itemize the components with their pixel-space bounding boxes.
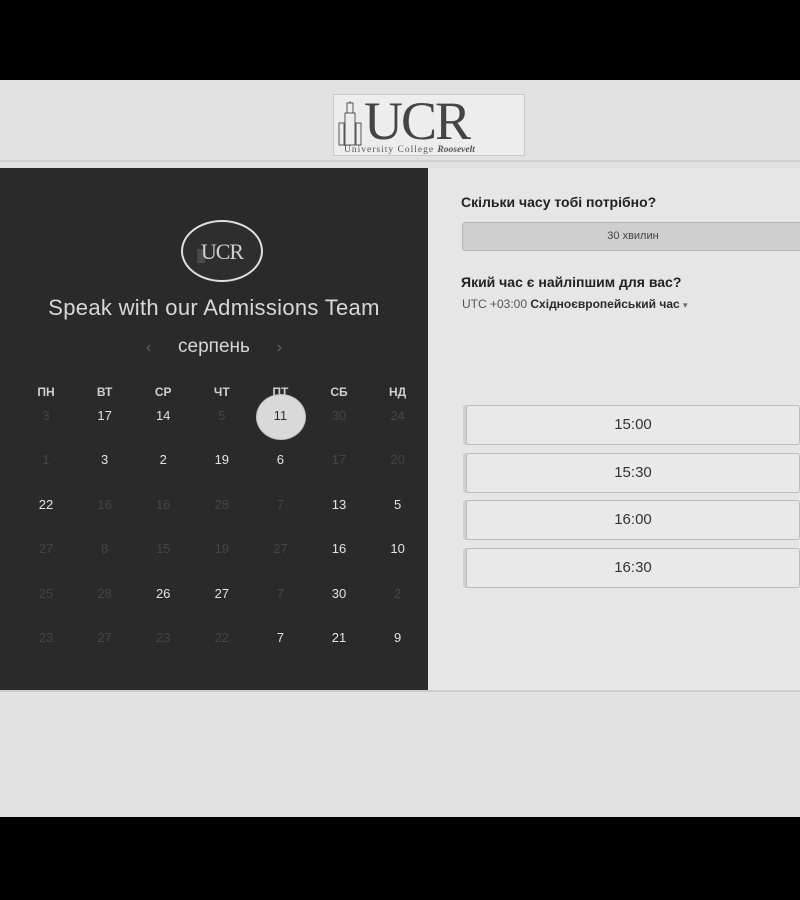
- ucr-badge-logo: UCR: [181, 220, 263, 282]
- calendar-day[interactable]: 7: [251, 628, 309, 648]
- calendar-day: 28: [214, 496, 230, 512]
- calendar-day[interactable]: 3: [76, 450, 134, 470]
- calendar-day[interactable]: 22: [17, 495, 75, 515]
- month-navigator: ‹ серпень ›: [0, 336, 428, 358]
- calendar-day[interactable]: 16: [310, 539, 368, 559]
- calendar-day[interactable]: 2: [134, 450, 192, 470]
- duration-question: Скільки часу тобі потрібно?: [461, 194, 657, 210]
- calendar-day: 5: [218, 408, 226, 423]
- calendar-panel: UCR Speak with our Admissions Team ‹ сер…: [0, 168, 428, 690]
- calendar-day: 27: [97, 630, 112, 645]
- calendar-day: 20: [390, 452, 405, 468]
- month-label: серпень: [178, 336, 250, 357]
- header-divider: [0, 160, 800, 162]
- calendar-day: 27: [38, 541, 54, 557]
- calendar-day[interactable]: 5: [369, 495, 427, 515]
- time-slot-button[interactable]: 15:30: [466, 452, 800, 493]
- chevron-down-icon: ▾: [683, 300, 688, 310]
- logo-subtitle: University College Roosevelt: [344, 145, 475, 155]
- calendar-day: 16: [155, 496, 171, 512]
- next-month-icon[interactable]: ›: [264, 339, 294, 357]
- calendar-day[interactable]: 13: [310, 495, 368, 515]
- time-question: Який час є найліпшим для вас?: [461, 274, 682, 290]
- calendar-title: Speak with our Admissions Team: [48, 295, 380, 320]
- timezone-name: Східноєвропейський час: [530, 297, 680, 311]
- logo-wordmark: UCR: [364, 91, 471, 151]
- weekday-label: СБ: [330, 385, 348, 399]
- calendar-day: 7: [276, 496, 284, 512]
- calendar-grid: 3 17 14 5 11 30 24 1 3 2 19 6 17 20 22 16 16 28 7 13 5 27 8 15 1…: [17, 394, 427, 696]
- ucr-logo: UCR University College Roosevelt: [333, 91, 525, 156]
- calendar-day-selected[interactable]: 11: [251, 394, 309, 440]
- tower-logo-icon: [338, 101, 362, 146]
- calendar-day: 28: [97, 585, 112, 601]
- calendar-day: 3: [42, 408, 50, 423]
- calendar-day: 22: [214, 630, 230, 645]
- calendar-day[interactable]: 27: [193, 584, 251, 604]
- calendar-day[interactable]: 17: [76, 406, 134, 426]
- calendar-day: 1: [42, 452, 50, 468]
- calendar-day[interactable]: 6: [251, 450, 309, 470]
- calendar-day: 25: [38, 585, 54, 601]
- weekday-label: СР: [154, 385, 172, 399]
- duration-select[interactable]: 30 хвилин: [462, 222, 800, 251]
- calendar-day[interactable]: 19: [193, 450, 251, 470]
- weekday-label: ЧТ: [213, 385, 230, 399]
- time-slot-button[interactable]: 16:00: [466, 500, 800, 540]
- calendar-day[interactable]: 30: [310, 584, 368, 604]
- calendar-day[interactable]: 9: [369, 628, 427, 648]
- time-slot-button[interactable]: 16:30: [466, 547, 800, 588]
- calendar-day: 23: [38, 630, 54, 645]
- calendar-day: 30: [331, 408, 347, 423]
- footer-divider: [0, 690, 800, 692]
- calendar-day[interactable]: 10: [369, 539, 427, 559]
- time-slot-button[interactable]: 15:00: [466, 405, 800, 445]
- calendar-day: 23: [155, 630, 171, 645]
- booking-page: UCR University College Roosevelt UCR Spe…: [0, 80, 800, 817]
- calendar-day: 16: [97, 496, 112, 512]
- time-picker-panel: Скільки часу тобі потрібно? 30 хвилин Як…: [428, 168, 800, 690]
- calendar-day: 7: [276, 585, 284, 601]
- calendar-day: 17: [331, 452, 347, 468]
- prev-month-icon[interactable]: ‹: [134, 339, 164, 357]
- calendar-day[interactable]: 14: [134, 406, 192, 426]
- calendar-day: 27: [273, 541, 288, 557]
- calendar-day: 24: [390, 408, 405, 423]
- weekday-label: ВТ: [96, 385, 113, 399]
- timezone-selector[interactable]: UTC +03:00 Східноєвропейський час ▾: [462, 297, 688, 311]
- calendar-day: 8: [100, 541, 109, 557]
- calendar-day: 2: [393, 585, 402, 601]
- timezone-code: UTC +03:00: [462, 297, 528, 311]
- weekday-label: ПН: [37, 385, 55, 399]
- logo-subtitle-script: Roosevelt: [437, 145, 475, 155]
- weekday-label: НД: [388, 385, 407, 399]
- calendar-day[interactable]: 26: [134, 584, 192, 604]
- calendar-day: 15: [155, 541, 171, 557]
- calendar-day[interactable]: 21: [310, 628, 368, 648]
- calendar-day: 19: [214, 541, 230, 557]
